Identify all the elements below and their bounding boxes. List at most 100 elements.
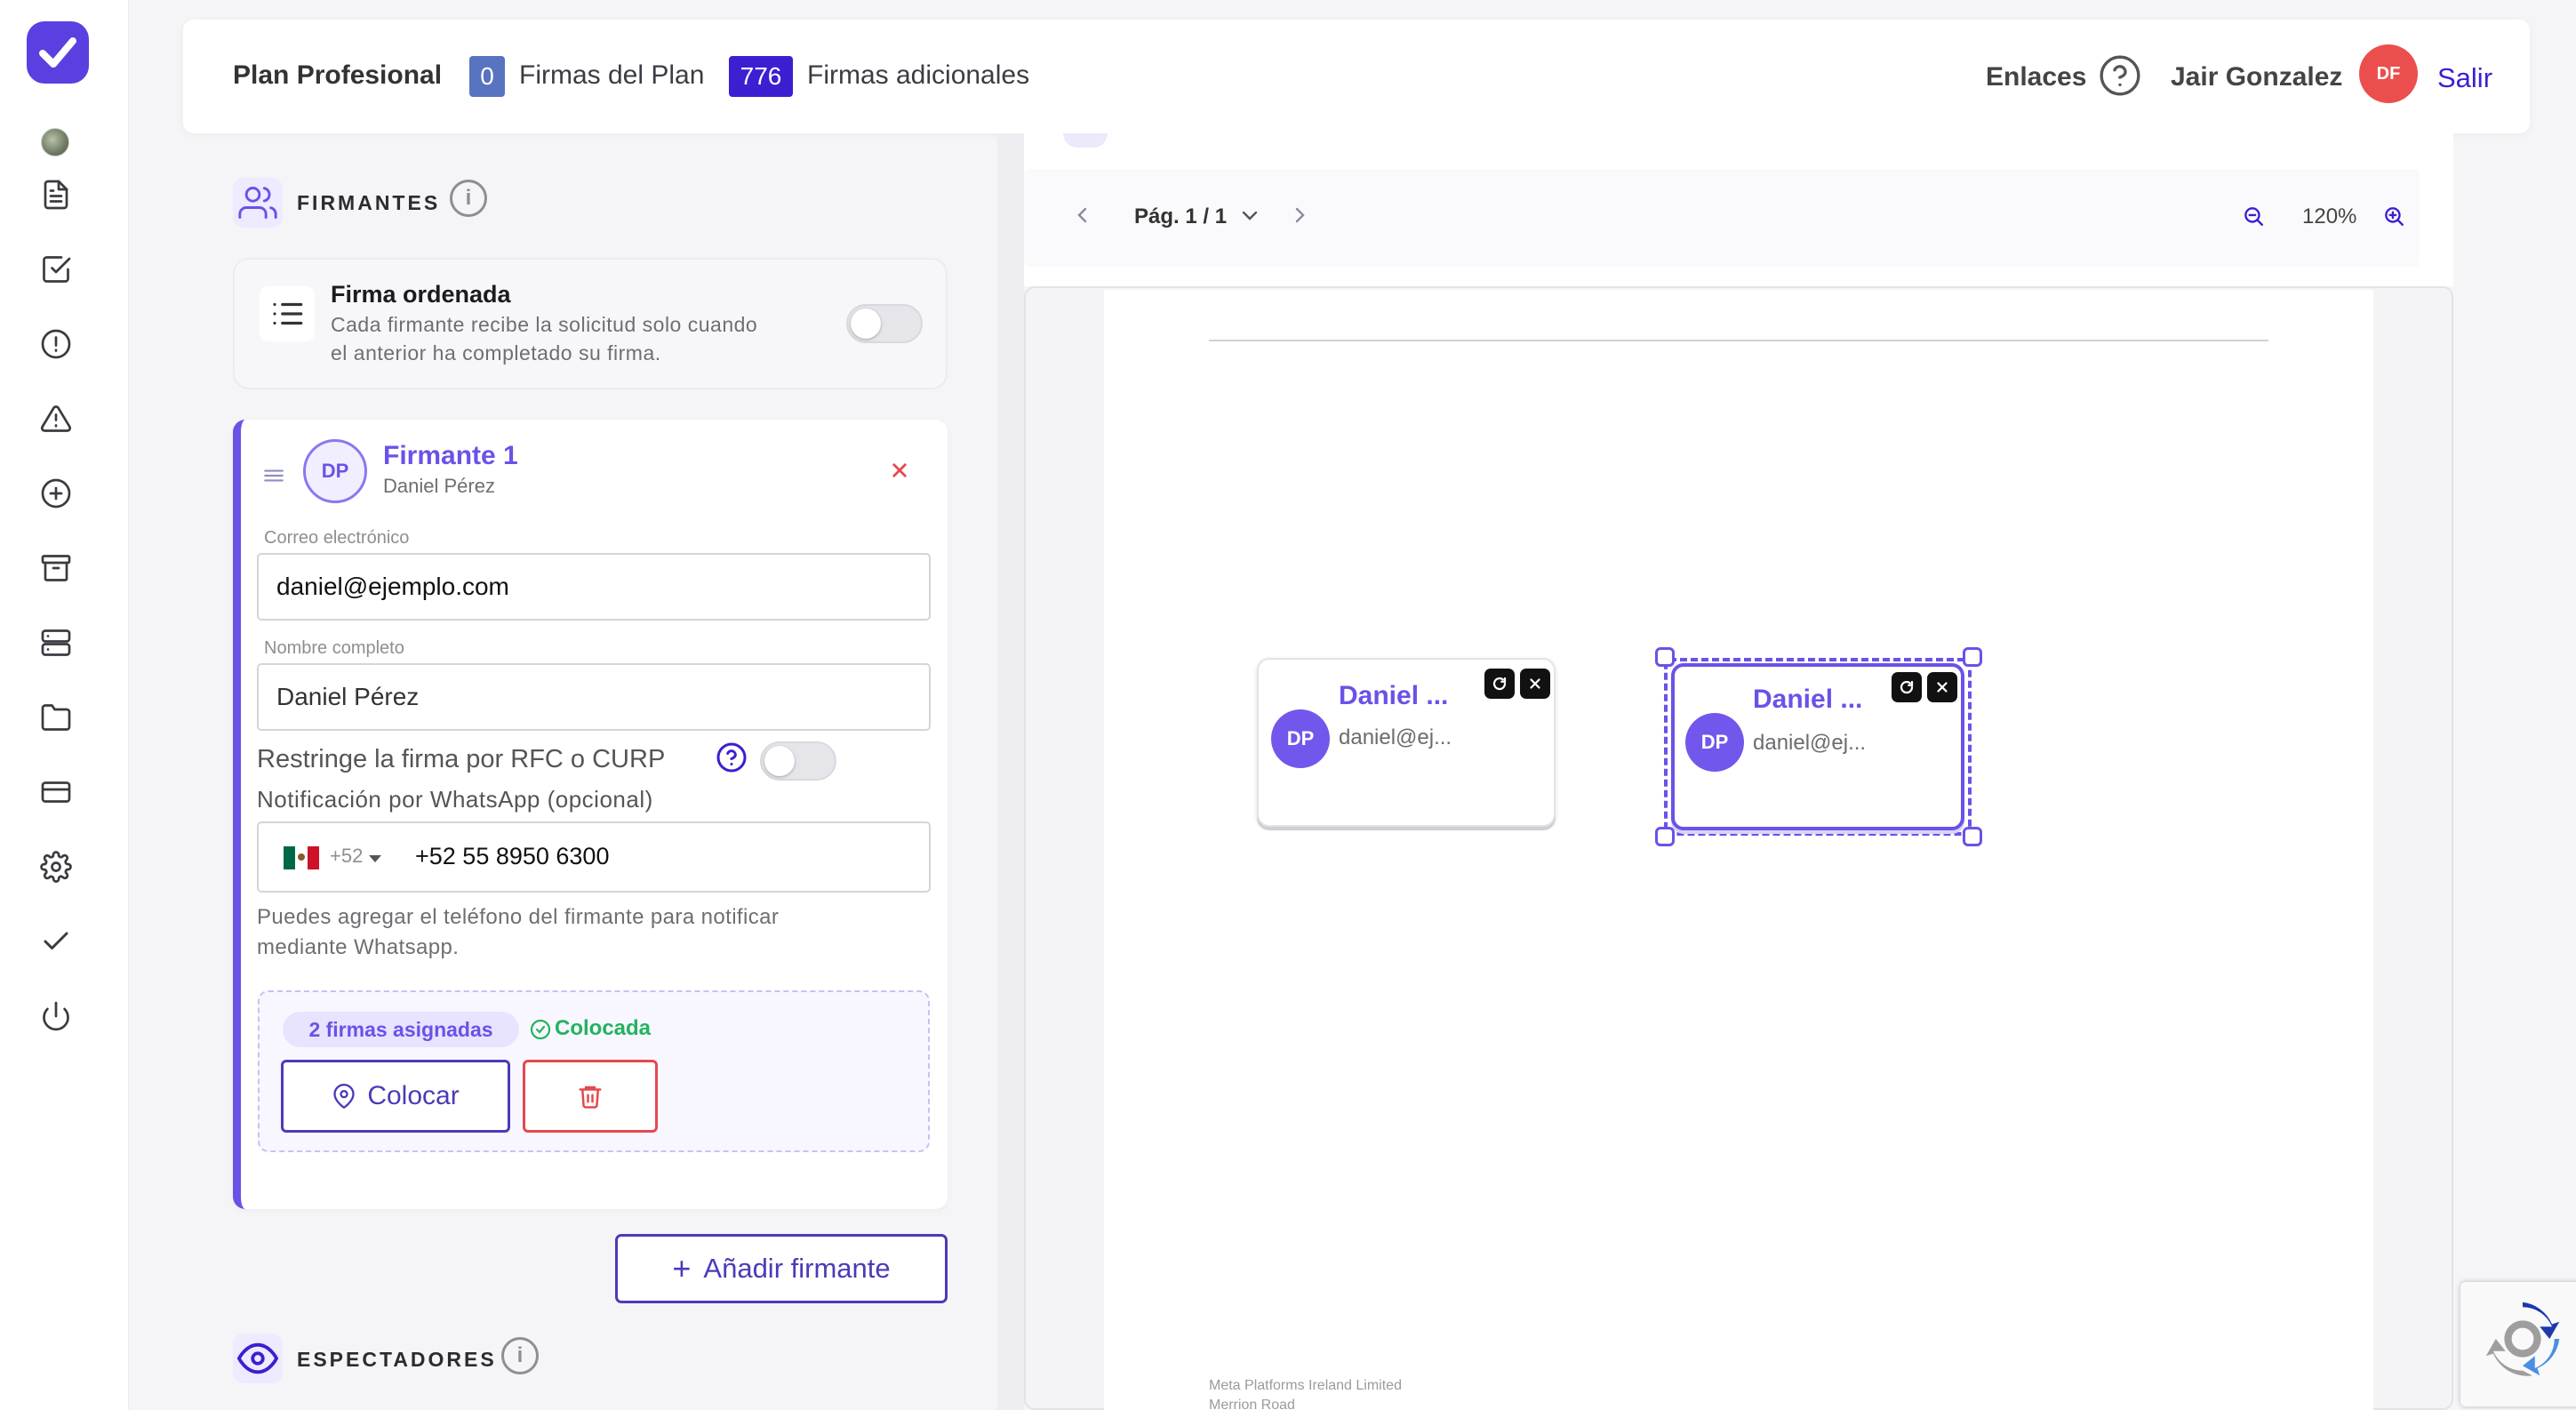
signer-subtitle: Daniel Pérez (383, 475, 495, 497)
remove-signer-icon[interactable] (886, 457, 913, 484)
email-field[interactable]: daniel@ejemplo.com (257, 553, 931, 621)
folder-icon[interactable] (36, 697, 76, 738)
fullname-field[interactable]: Daniel Pérez (257, 663, 931, 731)
logout-link[interactable]: Salir (2437, 62, 2492, 94)
archive-icon[interactable] (36, 548, 76, 589)
check-square-icon[interactable] (36, 249, 76, 290)
gear-icon[interactable] (36, 846, 76, 887)
alert-circle-icon[interactable] (36, 324, 76, 365)
logo-check-icon (39, 37, 76, 68)
help-icon[interactable] (2098, 53, 2142, 98)
signature-box-selected[interactable]: Daniel ... DP daniel@ej... (1671, 663, 1964, 830)
place-signature-label: Colocar (367, 1081, 460, 1110)
signature-box-name: Daniel ... (1339, 681, 1449, 710)
document-footer-line-1: Meta Platforms Ireland Limited (1209, 1378, 1402, 1393)
viewer-nav-bar: Pág. 1 / 1 120% (1024, 169, 2420, 267)
rfc-help-icon[interactable] (716, 741, 748, 773)
resize-handle[interactable] (1963, 647, 1982, 667)
signer-avatar: DP (303, 439, 367, 503)
delete-signature-button[interactable] (523, 1060, 658, 1133)
placed-status: Colocada (555, 1016, 652, 1040)
spectators-section-title: ESPECTADORES (297, 1348, 497, 1371)
place-signature-button[interactable]: Colocar (281, 1060, 510, 1133)
ordered-signature-toggle[interactable] (846, 304, 923, 343)
document-footer-line-2: Merrion Road (1209, 1398, 1295, 1410)
signature-box-avatar: DP (1271, 709, 1330, 768)
page-indicator[interactable]: Pág. 1 / 1 (1134, 204, 1227, 229)
plus-circle-icon[interactable] (36, 473, 76, 514)
add-signer-label: Añadir firmante (703, 1253, 891, 1284)
prev-page-icon[interactable] (1072, 204, 1093, 226)
mexico-flag-icon[interactable] (284, 846, 319, 869)
rfc-restrict-label: Restringe la firma por RFC o CURP (257, 745, 666, 773)
zoom-out-icon[interactable] (2242, 204, 2265, 228)
globe-icon[interactable] (41, 128, 69, 156)
spectators-info-icon[interactable]: i (501, 1337, 539, 1374)
page-rule (1209, 340, 2268, 341)
resize-handle[interactable] (1655, 647, 1675, 667)
close-icon[interactable] (1927, 672, 1957, 702)
warning-triangle-icon[interactable] (36, 398, 76, 439)
ordered-signature-desc-2: el anterior ha completado su firma. (331, 341, 661, 365)
signers-section-title: FIRMANTES (297, 191, 441, 214)
sidebar (0, 0, 129, 1410)
signature-box-email: daniel@ej... (1339, 725, 1452, 749)
plan-signatures-label: Firmas del Plan (519, 60, 705, 90)
check-circle-icon (530, 1019, 551, 1040)
eye-icon (233, 1334, 283, 1383)
email-label: Correo electrónico (264, 528, 410, 548)
zoom-level: 120% (2302, 204, 2357, 228)
server-icon[interactable] (36, 622, 76, 663)
page-dropdown-icon[interactable] (1239, 204, 1260, 226)
check-icon[interactable] (36, 921, 76, 962)
user-name: Jair Gonzalez (2171, 62, 2343, 92)
links-button[interactable]: Enlaces (1986, 62, 2086, 92)
signature-box-email: daniel@ej... (1753, 731, 1867, 755)
signature-box-name: Daniel ... (1753, 685, 1863, 714)
map-pin-icon (333, 1084, 355, 1109)
ordered-signature-desc-1: Cada firmante recibe la solicitud solo c… (331, 313, 758, 336)
phone-help-1: Puedes agregar el teléfono del firmante … (257, 905, 780, 929)
rotate-icon[interactable] (1484, 669, 1515, 699)
extra-signatures-label: Firmas adicionales (807, 60, 1030, 90)
user-avatar[interactable]: DF (2359, 44, 2418, 103)
users-icon (233, 178, 283, 228)
signature-box[interactable]: Daniel ... DP daniel@ej... (1257, 658, 1556, 827)
next-page-icon[interactable] (1289, 204, 1310, 226)
recaptcha-widget[interactable] (2460, 1282, 2576, 1406)
app-logo[interactable] (27, 21, 89, 84)
document-page[interactable]: Daniel ... DP daniel@ej... Daniel ... DP… (1104, 290, 2373, 1410)
credit-card-icon[interactable] (36, 772, 76, 813)
caret-down-icon[interactable] (369, 855, 381, 862)
plan-name: Plan Profesional (233, 60, 443, 90)
phone-help-2: mediante Whatsapp. (257, 935, 460, 959)
rfc-restrict-toggle[interactable] (760, 741, 836, 781)
zoom-in-icon[interactable] (2382, 204, 2405, 228)
plus-icon: + (672, 1250, 692, 1286)
resize-handle[interactable] (1963, 827, 1982, 846)
ordered-signature-card: Firma ordenada Cada firmante recibe la s… (233, 258, 948, 389)
phone-field[interactable]: +52 +52 55 8950 6300 (257, 821, 931, 893)
recaptcha-icon (2485, 1302, 2560, 1376)
top-bar: Plan Profesional 0 Firmas del Plan 776 F… (183, 20, 2530, 133)
signers-info-icon[interactable]: i (450, 180, 487, 217)
fullname-label: Nombre completo (264, 638, 404, 658)
trash-icon (579, 1086, 602, 1109)
drag-handle-icon[interactable] (262, 464, 285, 487)
assigned-count-badge: 2 firmas asignadas (283, 1012, 519, 1047)
signature-assignment-box: 2 firmas asignadas Colocada Colocar (258, 990, 930, 1152)
resize-handle[interactable] (1655, 827, 1675, 846)
plan-signatures-count: 0 (469, 56, 505, 97)
close-icon[interactable] (1520, 669, 1550, 699)
column-divider (997, 133, 1024, 1410)
phone-number-value[interactable]: +52 55 8950 6300 (415, 843, 609, 870)
document-icon[interactable] (36, 174, 76, 215)
add-signer-button[interactable]: + Añadir firmante (615, 1234, 948, 1303)
extra-signatures-count: 776 (729, 56, 793, 97)
power-icon[interactable] (36, 996, 76, 1037)
signature-box-avatar: DP (1685, 713, 1744, 772)
signer-title: Firmante 1 (383, 441, 518, 470)
phone-country-code[interactable]: +52 (330, 845, 363, 868)
rotate-icon[interactable] (1892, 672, 1922, 702)
list-icon (260, 286, 315, 341)
